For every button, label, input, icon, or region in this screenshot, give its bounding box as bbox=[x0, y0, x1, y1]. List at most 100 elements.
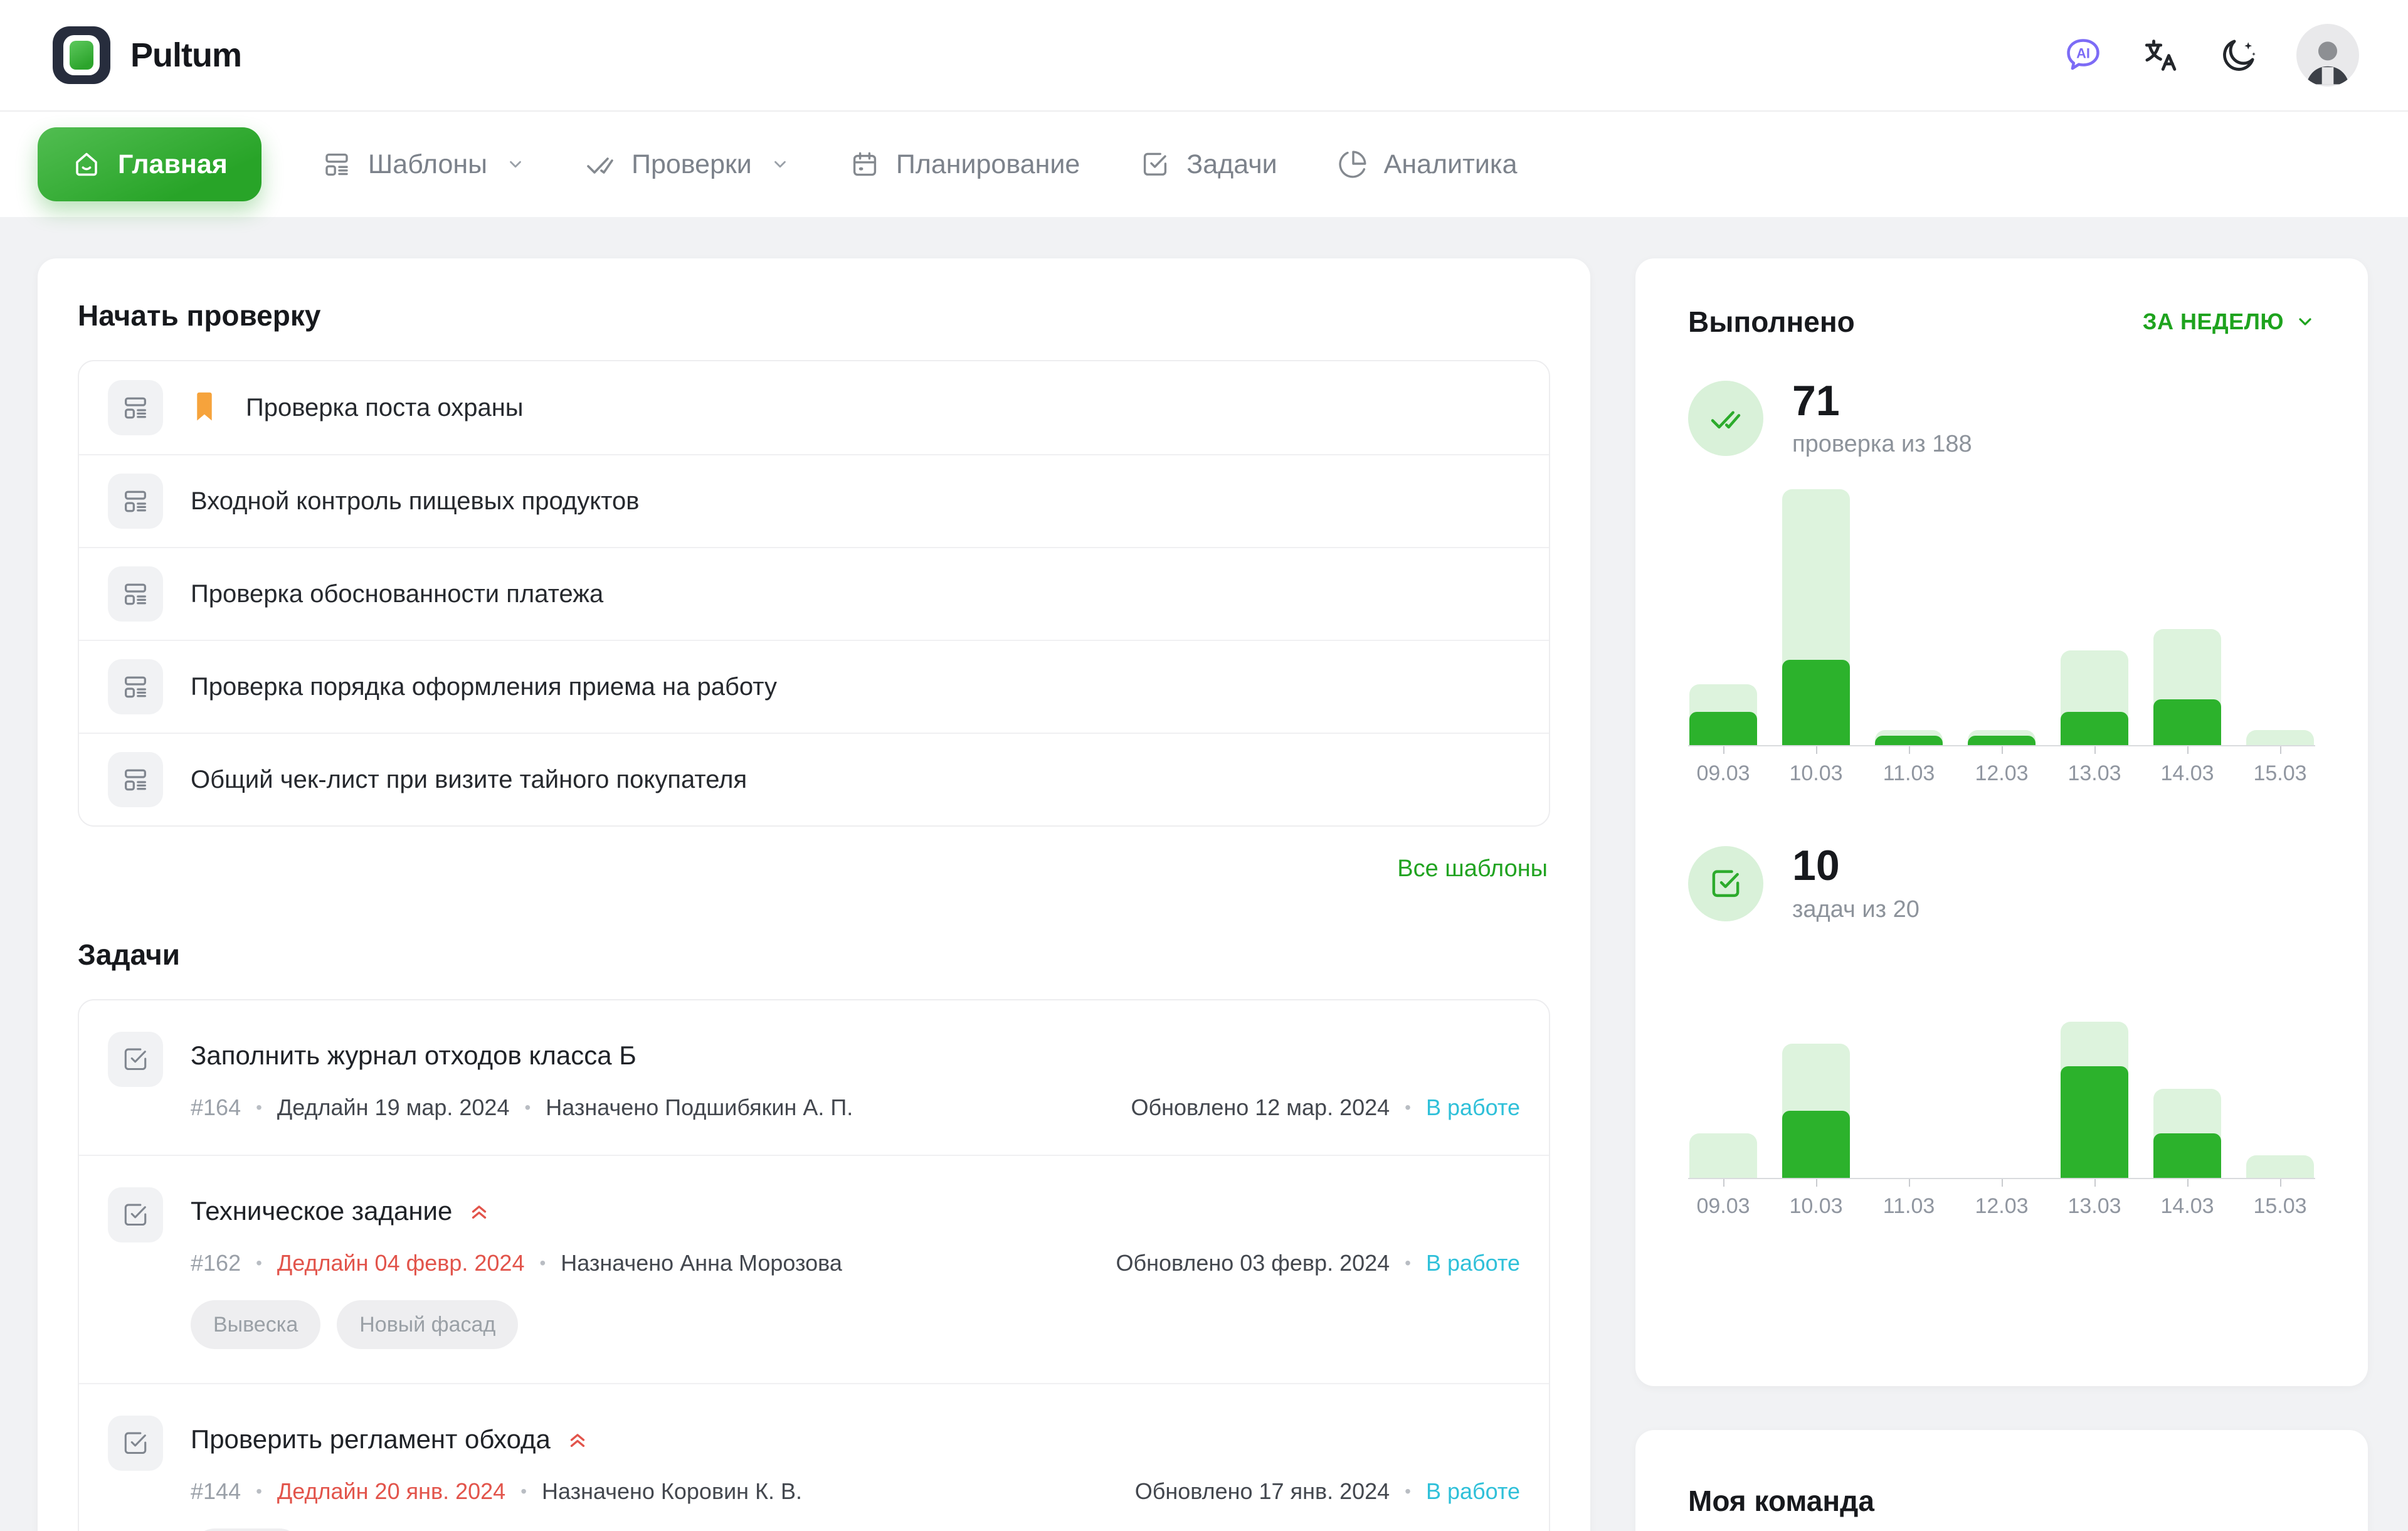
template-title: Входной контроль пищевых продуктов bbox=[191, 487, 640, 516]
template-title: Проверка поста охраны bbox=[246, 394, 524, 422]
nav-item-home[interactable]: Главная bbox=[38, 127, 261, 201]
priority-high-icon bbox=[467, 1199, 491, 1223]
template-icon bbox=[108, 474, 163, 529]
chart-x-axis: 09.0310.0311.0312.0313.0314.0315.03 bbox=[1688, 1179, 2315, 1219]
template-list-item[interactable]: Проверка поста охраны bbox=[79, 361, 1549, 454]
task-id: #162 bbox=[191, 1250, 241, 1276]
my-team-title: Моя команда bbox=[1688, 1484, 2315, 1518]
separator: • bbox=[256, 1253, 262, 1273]
chevron-down-icon bbox=[506, 155, 525, 174]
x-axis-label: 10.03 bbox=[1782, 746, 1850, 786]
bar-group bbox=[2061, 490, 2128, 745]
translate-icon bbox=[2141, 35, 2181, 75]
bar-completed bbox=[1689, 712, 1757, 745]
task-deadline: Дедлайн 04 февр. 2024 bbox=[277, 1250, 525, 1276]
separator: • bbox=[1405, 1481, 1411, 1502]
task-updated: Обновлено 03 февр. 2024 bbox=[1116, 1250, 1390, 1276]
nav-item-analytics[interactable]: Аналитика bbox=[1338, 149, 1518, 180]
x-axis-label: 13.03 bbox=[2061, 746, 2128, 786]
template-icon bbox=[108, 380, 163, 435]
x-axis-label: 12.03 bbox=[1968, 1179, 2036, 1219]
completed-panel: Выполнено ЗА НЕДЕЛЮ 71 проверка из 188 bbox=[1635, 258, 2368, 1386]
bar-completed bbox=[2061, 1066, 2128, 1178]
bar-group bbox=[1968, 490, 2036, 745]
chart-plot bbox=[1688, 956, 2315, 1179]
nav-item-templates[interactable]: Шаблоны bbox=[322, 149, 525, 180]
checks-done-caption: проверка из 188 bbox=[1792, 431, 1972, 458]
chart-plot bbox=[1688, 490, 2315, 746]
x-axis-label: 11.03 bbox=[1875, 746, 1943, 786]
separator: • bbox=[1405, 1253, 1411, 1273]
task-list-item[interactable]: Проверить регламент обхода #144 • Дедлай… bbox=[79, 1383, 1549, 1531]
nav-item-tasks[interactable]: Задачи bbox=[1140, 149, 1277, 180]
checks-bar-chart: 09.0310.0311.0312.0313.0314.0315.03 bbox=[1688, 490, 2315, 786]
bar-completed bbox=[2061, 712, 2128, 745]
content: Начать проверку Проверка поста охраны bbox=[0, 217, 2408, 1531]
dark-mode-toggle[interactable] bbox=[2219, 35, 2259, 75]
calendar-icon bbox=[850, 149, 880, 179]
bar-total bbox=[2246, 730, 2314, 745]
user-avatar[interactable] bbox=[2296, 24, 2359, 87]
separator: • bbox=[256, 1098, 262, 1118]
x-axis-label: 15.03 bbox=[2246, 1179, 2314, 1219]
template-list-item[interactable]: Входной контроль пищевых продуктов bbox=[79, 454, 1549, 547]
priority-high-icon bbox=[566, 1428, 589, 1451]
task-id: #164 bbox=[191, 1094, 241, 1121]
all-templates-link[interactable]: Все шаблоны bbox=[1397, 856, 1548, 882]
task-status: В работе bbox=[1426, 1250, 1520, 1276]
ai-assistant-button[interactable]: AI bbox=[2063, 35, 2103, 75]
template-icon bbox=[108, 566, 163, 622]
bar-group bbox=[1875, 490, 1943, 745]
task-check-icon bbox=[108, 1416, 163, 1471]
tasks-title: Задачи bbox=[78, 938, 1550, 972]
nav-item-label: Аналитика bbox=[1384, 149, 1518, 180]
task-list: Заполнить журнал отходов класса Б #164 •… bbox=[78, 999, 1550, 1531]
x-axis-label: 09.03 bbox=[1689, 746, 1757, 786]
bar-group bbox=[1782, 956, 1850, 1178]
task-assignee: Назначено Подшибякин А. П. bbox=[546, 1094, 853, 1121]
template-list-item[interactable]: Проверка обоснованности платежа bbox=[79, 547, 1549, 640]
template-icon bbox=[108, 659, 163, 714]
tasks-stat: 10 задач из 20 bbox=[1688, 844, 2315, 923]
avatar-photo bbox=[2301, 33, 2355, 87]
x-axis-label: 13.03 bbox=[2061, 1179, 2128, 1219]
main-nav: Главная Шаблоны Проверки Планирование bbox=[0, 112, 2408, 217]
task-tags: ВывескаНовый фасад bbox=[191, 1300, 1520, 1349]
template-list-item[interactable]: Проверка порядка оформления приема на ра… bbox=[79, 640, 1549, 733]
period-value: ЗА НЕДЕЛЮ bbox=[2143, 309, 2284, 335]
checks-done-value: 71 bbox=[1792, 379, 1972, 423]
task-status: В работе bbox=[1426, 1478, 1520, 1505]
nav-item-checks[interactable]: Проверки bbox=[585, 149, 789, 180]
bar-group bbox=[2061, 956, 2128, 1178]
task-updated: Обновлено 12 мар. 2024 bbox=[1131, 1094, 1390, 1121]
bar-group bbox=[2153, 490, 2221, 745]
bookmark-icon bbox=[191, 391, 218, 425]
language-button[interactable] bbox=[2141, 35, 2181, 75]
task-title: Техническое задание bbox=[191, 1196, 452, 1226]
bar-completed bbox=[1782, 660, 1850, 745]
template-title: Проверка порядка оформления приема на ра… bbox=[191, 673, 777, 701]
nav-item-planning[interactable]: Планирование bbox=[850, 149, 1080, 180]
task-status: В работе bbox=[1426, 1094, 1520, 1121]
task-list-item[interactable]: Техническое задание #162 • Дедлайн 04 фе… bbox=[79, 1155, 1549, 1383]
template-title: Общий чек-лист при визите тайного покупа… bbox=[191, 766, 747, 794]
nav-item-label: Задачи bbox=[1186, 149, 1277, 180]
separator: • bbox=[539, 1253, 546, 1273]
tasks-bar-chart: 09.0310.0311.0312.0313.0314.0315.03 bbox=[1688, 956, 2315, 1219]
template-list-item[interactable]: Общий чек-лист при визите тайного покупа… bbox=[79, 733, 1549, 825]
x-axis-label: 11.03 bbox=[1875, 1179, 1943, 1219]
start-check-title: Начать проверку bbox=[78, 299, 1550, 332]
bar-group bbox=[1689, 956, 1757, 1178]
task-tags: МСЦ-1 bbox=[191, 1528, 1520, 1531]
bar-completed bbox=[1782, 1111, 1850, 1178]
task-list-item[interactable]: Заполнить журнал отходов класса Б #164 •… bbox=[79, 1000, 1549, 1155]
tasks-done-caption: задач из 20 bbox=[1792, 896, 1920, 923]
home-icon bbox=[71, 149, 102, 179]
task-deadline: Дедлайн 19 мар. 2024 bbox=[277, 1094, 510, 1121]
period-dropdown[interactable]: ЗА НЕДЕЛЮ bbox=[2143, 309, 2315, 335]
task-assignee: Назначено Коровин К. В. bbox=[542, 1478, 802, 1505]
x-axis-label: 10.03 bbox=[1782, 1179, 1850, 1219]
task-meta: #164 • Дедлайн 19 мар. 2024 • Назначено … bbox=[191, 1094, 1520, 1121]
template-list: Проверка поста охраны Входной контроль п… bbox=[78, 360, 1550, 827]
task-meta: #162 • Дедлайн 04 февр. 2024 • Назначено… bbox=[191, 1250, 1520, 1276]
